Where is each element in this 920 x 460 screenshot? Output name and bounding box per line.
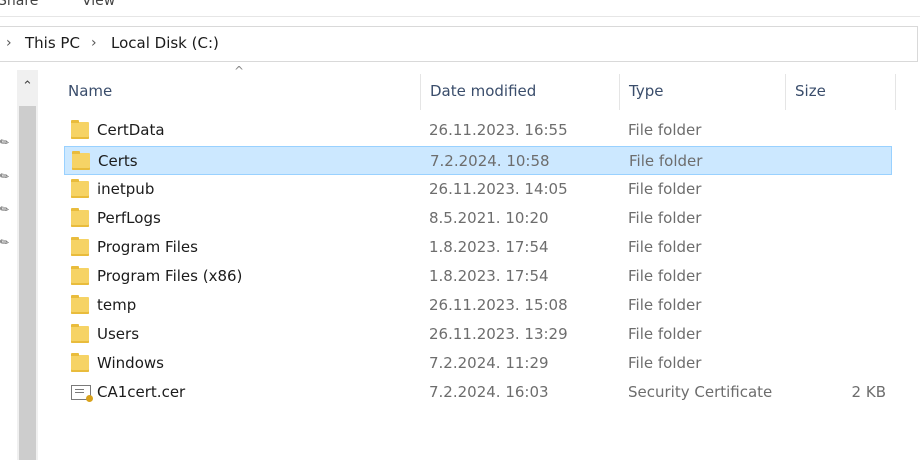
- folder-icon: [71, 295, 89, 314]
- file-row[interactable]: CA1cert.cer 7.2.2024. 16:03 Security Cer…: [64, 378, 892, 407]
- folder-icon: [71, 237, 89, 256]
- folder-icon: [71, 208, 89, 227]
- file-type: File folder: [629, 152, 703, 170]
- column-header-type[interactable]: Type: [619, 70, 785, 112]
- file-name: inetpub: [97, 180, 155, 198]
- file-name: CertData: [97, 121, 165, 139]
- column-header-date-modified[interactable]: Date modified: [420, 70, 619, 112]
- pin-icon[interactable]: ✎: [0, 169, 12, 185]
- scroll-thumb[interactable]: [19, 106, 36, 460]
- file-name: PerfLogs: [97, 209, 161, 227]
- folder-icon: [71, 324, 89, 343]
- file-date: 1.8.2023. 17:54: [429, 238, 549, 256]
- file-name: CA1cert.cer: [97, 383, 186, 401]
- column-header: ^ Name Date modified Type Size: [56, 64, 898, 112]
- file-date: 26.11.2023. 14:05: [429, 180, 568, 198]
- scroll-up-arrow-icon[interactable]: ⌃: [17, 70, 38, 104]
- folder-icon: [71, 353, 89, 372]
- file-type: File folder: [628, 121, 702, 139]
- file-name: Certs: [98, 152, 138, 170]
- file-date: 7.2.2024. 11:29: [429, 354, 549, 372]
- file-type: File folder: [628, 267, 702, 285]
- file-row[interactable]: Windows 7.2.2024. 11:29 File folder: [64, 349, 892, 378]
- file-type: File folder: [628, 238, 702, 256]
- certificate-file-icon: [71, 385, 93, 402]
- file-type: File folder: [628, 354, 702, 372]
- file-size: 2 KB: [851, 383, 886, 401]
- file-row[interactable]: Program Files (x86) 1.8.2023. 17:54 File…: [64, 262, 892, 291]
- file-row-selected[interactable]: Certs 7.2.2024. 10:58 File folder: [64, 146, 892, 175]
- file-date: 26.11.2023. 15:08: [429, 296, 568, 314]
- file-row[interactable]: PerfLogs 8.5.2021. 10:20 File folder: [64, 204, 892, 233]
- file-row[interactable]: Program Files 1.8.2023. 17:54 File folde…: [64, 233, 892, 262]
- navigation-pane: ✎ ✎ ✎ ✎: [0, 64, 16, 460]
- file-row[interactable]: inetpub 26.11.2023. 14:05 File folder: [64, 175, 892, 204]
- file-name: Program Files (x86): [97, 267, 243, 285]
- ribbon-tab-view[interactable]: View: [82, 0, 115, 9]
- file-name: Program Files: [97, 238, 198, 256]
- pin-icon[interactable]: ✎: [0, 135, 12, 151]
- ribbon: Share View: [0, 0, 920, 17]
- address-bar[interactable]: › This PC › Local Disk (C:): [0, 26, 918, 62]
- folder-icon: [71, 179, 89, 198]
- ribbon-tab-share[interactable]: Share: [0, 0, 38, 9]
- file-row[interactable]: Users 26.11.2023. 13:29 File folder: [64, 320, 892, 349]
- file-type: Security Certificate: [628, 383, 773, 401]
- pin-icon[interactable]: ✎: [0, 235, 12, 251]
- column-divider[interactable]: [895, 74, 896, 110]
- file-date: 7.2.2024. 16:03: [429, 383, 549, 401]
- pin-icon[interactable]: ✎: [0, 202, 12, 218]
- file-type: File folder: [628, 325, 702, 343]
- file-row[interactable]: CertData 26.11.2023. 16:55 File folder: [64, 116, 892, 145]
- column-header-size[interactable]: Size: [785, 70, 895, 112]
- chevron-right-icon[interactable]: ›: [91, 35, 97, 51]
- breadcrumb-local-disk[interactable]: Local Disk (C:): [111, 34, 219, 52]
- file-type: File folder: [628, 180, 702, 198]
- file-type: File folder: [628, 296, 702, 314]
- file-name: temp: [97, 296, 137, 314]
- file-date: 1.8.2023. 17:54: [429, 267, 549, 285]
- breadcrumb-this-pc[interactable]: This PC: [25, 34, 80, 52]
- folder-icon: [72, 151, 90, 170]
- navigation-scrollbar[interactable]: ⌃: [17, 70, 38, 460]
- file-date: 8.5.2021. 10:20: [429, 209, 549, 227]
- file-date: 7.2.2024. 10:58: [430, 152, 550, 170]
- folder-icon: [71, 120, 89, 139]
- file-name: Users: [97, 325, 140, 343]
- chevron-right-icon[interactable]: ›: [6, 35, 12, 51]
- file-row[interactable]: temp 26.11.2023. 15:08 File folder: [64, 291, 892, 320]
- column-header-name[interactable]: Name: [58, 70, 420, 112]
- folder-icon: [71, 266, 89, 285]
- file-type: File folder: [628, 209, 702, 227]
- file-date: 26.11.2023. 13:29: [429, 325, 568, 343]
- file-date: 26.11.2023. 16:55: [429, 121, 568, 139]
- file-name: Windows: [97, 354, 164, 372]
